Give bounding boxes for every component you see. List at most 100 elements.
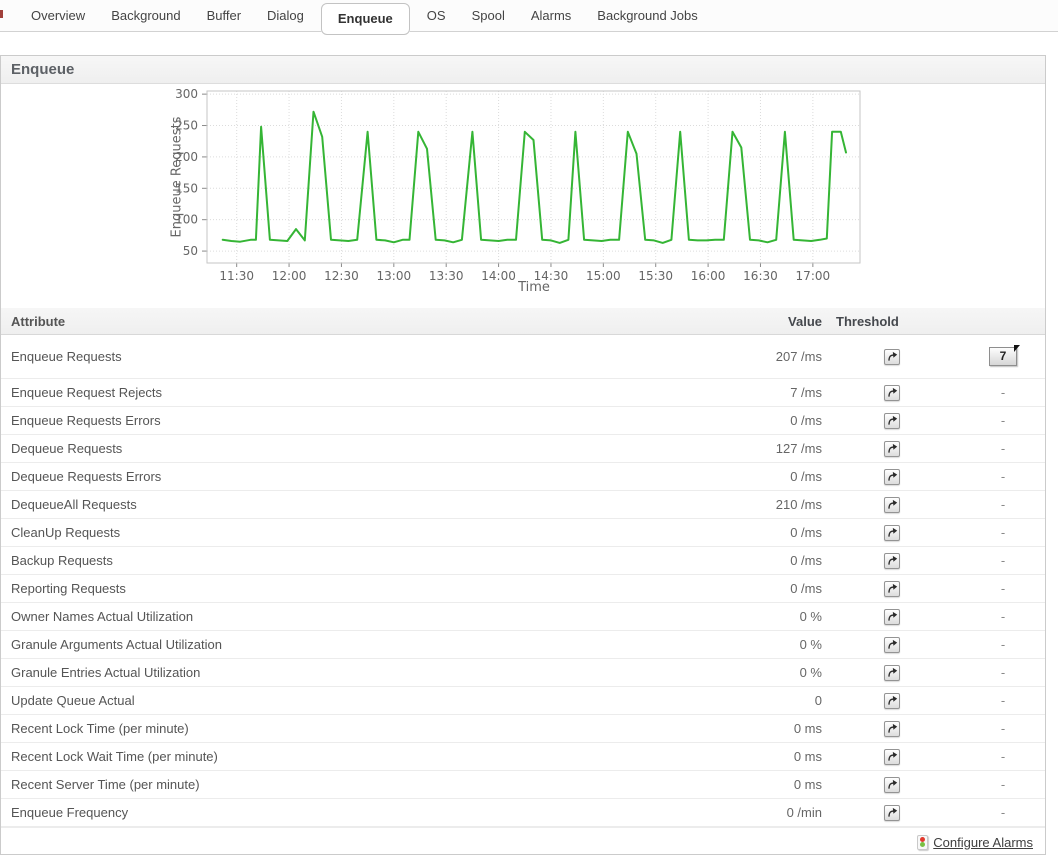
table-row: Enqueue Frequency0 /min -	[1, 799, 1045, 827]
alarm-dash: -	[962, 385, 1044, 400]
attribute-label: Granule Arguments Actual Utilization	[1, 637, 642, 652]
table-row: DequeueAll Requests210 /ms -	[1, 491, 1045, 519]
tab-enqueue[interactable]: Enqueue	[321, 3, 410, 35]
attribute-value: 0 /ms	[642, 469, 822, 484]
edit-threshold-icon[interactable]	[884, 805, 900, 821]
tab-alarms[interactable]: Alarms	[518, 0, 584, 32]
alarm-dash: -	[962, 441, 1044, 456]
edit-threshold-icon[interactable]	[884, 497, 900, 513]
x-tick-label: 16:30	[743, 269, 778, 283]
edit-threshold-icon[interactable]	[884, 385, 900, 401]
tab-overview[interactable]: Overview	[18, 0, 98, 32]
table-row: Recent Server Time (per minute)0 ms-	[1, 771, 1045, 799]
attribute-value: 0 ms	[642, 749, 822, 764]
y-axis-title: Enqueue Requests	[170, 117, 185, 238]
x-tick-label: 15:30	[638, 269, 673, 283]
tab-spool[interactable]: Spool	[459, 0, 518, 32]
alarm-dash: -	[962, 469, 1044, 484]
x-tick-label: 12:00	[272, 269, 307, 283]
attribute-value: 0	[642, 693, 822, 708]
edit-threshold-icon[interactable]	[884, 581, 900, 597]
alarm-dash: -	[962, 497, 1044, 512]
alarm-dash: -	[962, 637, 1044, 652]
table-row: CleanUp Requests0 /ms-	[1, 519, 1045, 547]
enqueue-requests-chart: 5010015020025030011:3012:0012:3013:0013:…	[1, 84, 1044, 308]
edit-threshold-icon[interactable]	[884, 665, 900, 681]
tab-background-jobs[interactable]: Background Jobs	[584, 0, 710, 32]
alarm-dash: -	[962, 413, 1044, 428]
attribute-table: Enqueue Requests207 /ms 7 Enqueue Request …	[1, 335, 1045, 827]
attribute-label: Enqueue Request Rejects	[1, 385, 642, 400]
attribute-value: 127 /ms	[642, 441, 822, 456]
table-row: Granule Entries Actual Utilization0 %-	[1, 659, 1045, 687]
tab-os[interactable]: OS	[414, 0, 459, 32]
x-tick-label: 14:00	[481, 269, 516, 283]
attribute-value: 0 /ms	[642, 553, 822, 568]
alarm-dash: -	[962, 805, 1044, 820]
table-row: Update Queue Actual0-	[1, 687, 1045, 715]
attribute-label: Dequeue Requests Errors	[1, 469, 642, 484]
table-row: Enqueue Request Rejects7 /ms -	[1, 379, 1045, 407]
attribute-label: Recent Lock Time (per minute)	[1, 721, 642, 736]
edit-threshold-icon[interactable]	[884, 749, 900, 765]
attribute-label: DequeueAll Requests	[1, 497, 642, 512]
attribute-value: 0 %	[642, 637, 822, 652]
edit-threshold-icon[interactable]	[884, 525, 900, 541]
attribute-value: 0 %	[642, 665, 822, 680]
alarm-dash: -	[962, 581, 1044, 596]
table-row: Backup Requests0 /ms-	[1, 547, 1045, 575]
tab-dialog[interactable]: Dialog	[254, 0, 317, 32]
table-footer: Configure Alarms	[1, 827, 1045, 856]
attribute-label: Owner Names Actual Utilization	[1, 609, 642, 624]
edit-threshold-icon[interactable]	[884, 721, 900, 737]
attribute-value: 7 /ms	[642, 385, 822, 400]
alarm-dash: -	[962, 609, 1044, 624]
edit-threshold-icon[interactable]	[884, 553, 900, 569]
screen-edge-artifact	[0, 10, 3, 18]
configure-alarms-link[interactable]: Configure Alarms	[933, 835, 1033, 850]
attribute-value: 0 /ms	[642, 413, 822, 428]
edit-threshold-icon[interactable]	[884, 777, 900, 793]
y-tick-label: 50	[183, 244, 198, 258]
attribute-label: Granule Entries Actual Utilization	[1, 665, 642, 680]
table-row: Enqueue Requests207 /ms 7	[1, 335, 1045, 379]
attribute-label: Update Queue Actual	[1, 693, 642, 708]
alarm-flag-icon	[1014, 345, 1020, 352]
header-attribute: Attribute	[1, 314, 642, 329]
x-tick-label: 13:00	[377, 269, 412, 283]
x-tick-label: 17:00	[796, 269, 831, 283]
attribute-label: Enqueue Frequency	[1, 805, 642, 820]
edit-threshold-icon[interactable]	[884, 469, 900, 485]
table-row: Reporting Requests0 /ms -	[1, 575, 1045, 603]
attribute-label: CleanUp Requests	[1, 525, 642, 540]
attribute-value: 0 /ms	[642, 581, 822, 596]
edit-threshold-icon[interactable]	[884, 693, 900, 709]
edit-threshold-icon[interactable]	[884, 609, 900, 625]
table-row: Enqueue Requests Errors0 /ms -	[1, 407, 1045, 435]
attribute-label: Backup Requests	[1, 553, 642, 568]
alarm-dash: -	[962, 749, 1044, 764]
attribute-value: 210 /ms	[642, 497, 822, 512]
attribute-value: 0 /min	[642, 805, 822, 820]
edit-threshold-icon[interactable]	[884, 637, 900, 653]
x-tick-label: 15:00	[586, 269, 621, 283]
attribute-value: 207 /ms	[642, 349, 822, 364]
x-tick-label: 16:00	[691, 269, 726, 283]
edit-threshold-icon[interactable]	[884, 349, 900, 365]
tab-background[interactable]: Background	[98, 0, 193, 32]
edit-threshold-icon[interactable]	[884, 441, 900, 457]
attribute-value: 0 ms	[642, 777, 822, 792]
alarm-count-button[interactable]: 7	[989, 347, 1017, 366]
x-tick-label: 11:30	[219, 269, 254, 283]
attribute-value: 0 ms	[642, 721, 822, 736]
attribute-label: Reporting Requests	[1, 581, 642, 596]
tab-buffer[interactable]: Buffer	[194, 0, 254, 32]
attribute-label: Enqueue Requests	[1, 349, 642, 364]
attribute-label: Enqueue Requests Errors	[1, 413, 642, 428]
table-row: Recent Lock Time (per minute)0 ms-	[1, 715, 1045, 743]
edit-threshold-icon[interactable]	[884, 413, 900, 429]
alarm-dash: -	[962, 777, 1044, 792]
table-row: Recent Lock Wait Time (per minute)0 ms-	[1, 743, 1045, 771]
enqueue-panel: Enqueue 5010015020025030011:3012:0012:30…	[0, 55, 1046, 855]
chart-line-series	[223, 112, 846, 243]
